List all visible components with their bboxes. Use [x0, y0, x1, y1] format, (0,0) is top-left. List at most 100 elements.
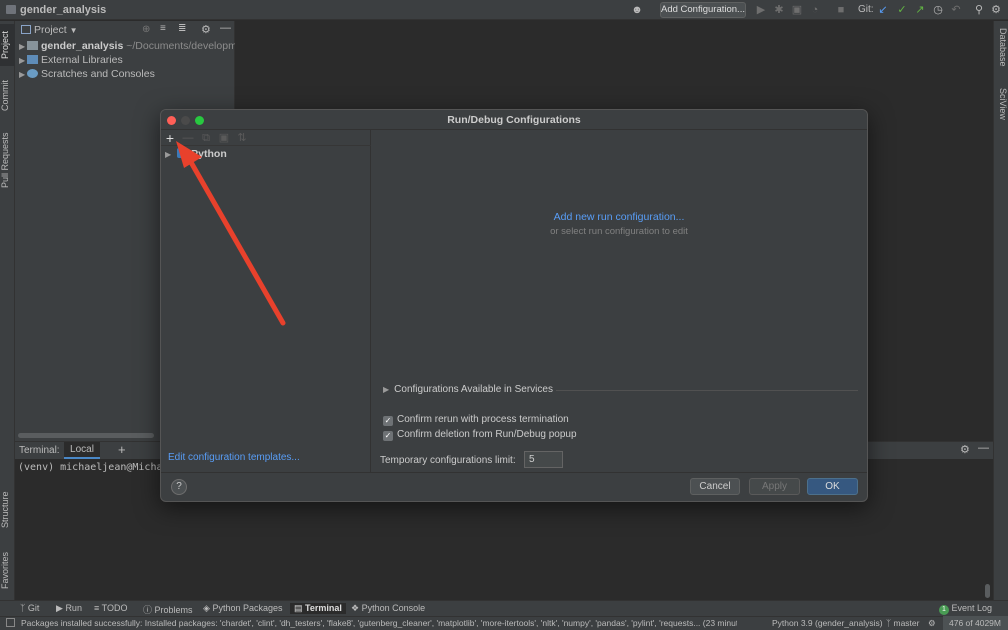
- tool-python-console[interactable]: ❖ Python Console: [351, 603, 425, 614]
- profile-icon[interactable]: ◔: [808, 3, 822, 17]
- move-to-folder-icon[interactable]: ▣: [217, 131, 231, 145]
- services-section-label: Configurations Available in Services: [394, 384, 553, 395]
- expand-all-icon[interactable]: ≡: [160, 23, 166, 34]
- tree-item-label: gender_analysis: [41, 40, 124, 52]
- coverage-icon[interactable]: ▣: [790, 3, 804, 17]
- rollback-icon[interactable]: ↶: [949, 3, 963, 17]
- add-configuration-button[interactable]: Add Configuration...: [660, 2, 746, 18]
- branch-icon: ᛉ: [886, 618, 892, 628]
- stop-icon[interactable]: ■: [834, 3, 848, 17]
- tab-project[interactable]: Project: [0, 24, 15, 66]
- memory-icon: ⚙: [928, 618, 936, 628]
- terminal-scrollbar[interactable]: [985, 584, 990, 598]
- checkmark-icon: ✓: [383, 431, 393, 441]
- tool-event-log[interactable]: 1 Event Log: [939, 603, 992, 615]
- checkmark-icon: ✓: [383, 416, 393, 426]
- locate-icon[interactable]: ⊕: [142, 24, 150, 35]
- sort-icon[interactable]: ⇅: [235, 131, 249, 145]
- search-icon[interactable]: ⚲: [972, 3, 986, 17]
- tree-item-python[interactable]: ▶ Python: [165, 148, 227, 160]
- status-message[interactable]: Packages installed successfully: Install…: [21, 618, 737, 628]
- edit-configuration-templates-link[interactable]: Edit configuration templates...: [168, 452, 300, 463]
- confirm-deletion-checkbox[interactable]: ✓ Confirm deletion from Run/Debug popup: [383, 429, 577, 441]
- git-push-icon[interactable]: ↗: [913, 3, 927, 17]
- git-branch[interactable]: ᛉ master: [886, 618, 919, 628]
- tab-pull-requests[interactable]: Pull Requests: [0, 128, 15, 192]
- terminal-icon: ▤: [294, 603, 303, 613]
- tool-todo[interactable]: ≡ TODO: [94, 603, 127, 613]
- ide-settings-icon[interactable]: ⚙: [989, 3, 1003, 17]
- branch-label: master: [893, 618, 920, 628]
- gear-icon[interactable]: ⚙: [201, 23, 211, 36]
- tab-database[interactable]: Database: [993, 28, 1008, 76]
- run-icon[interactable]: ▶: [754, 3, 768, 17]
- new-terminal-button[interactable]: +: [118, 442, 126, 457]
- tool-label: Python Packages: [212, 603, 283, 613]
- tab-sciview[interactable]: SciView: [993, 88, 1008, 132]
- history-icon[interactable]: ◷: [931, 3, 945, 17]
- section-divider: [556, 390, 858, 391]
- add-new-run-configuration-link[interactable]: Add new run configuration...: [371, 211, 867, 223]
- copy-configuration-icon[interactable]: ⧉: [199, 131, 213, 145]
- tool-terminal[interactable]: ▤ Terminal: [290, 603, 346, 614]
- tool-problems[interactable]: ⓘ Problems: [143, 603, 193, 616]
- tree-item-label: Python: [191, 148, 227, 160]
- branch-icon: ᛉ: [20, 603, 26, 613]
- tool-python-packages[interactable]: ◈ Python Packages: [203, 603, 282, 614]
- package-icon: ◈: [203, 603, 210, 613]
- tree-item-label: External Libraries: [41, 54, 123, 66]
- checkbox-label: Confirm deletion from Run/Debug popup: [397, 429, 577, 440]
- remove-configuration-icon[interactable]: —: [181, 131, 195, 145]
- hide-terminal-icon[interactable]: —: [978, 442, 989, 454]
- temporary-limit-input[interactable]: 5: [524, 451, 563, 468]
- project-view-icon: [21, 25, 31, 34]
- debug-icon[interactable]: ✱: [772, 3, 786, 17]
- dialog-title: Run/Debug Configurations: [447, 114, 581, 126]
- toggle-tool-windows-icon[interactable]: [6, 618, 15, 627]
- collapse-all-icon[interactable]: ≣: [178, 23, 186, 34]
- scratches-icon: [27, 69, 38, 78]
- apply-button[interactable]: Apply: [749, 478, 800, 495]
- folder-icon: [6, 5, 16, 14]
- tab-favorites[interactable]: Favorites: [0, 546, 15, 594]
- tool-label: Python Console: [361, 603, 426, 613]
- tab-commit[interactable]: Commit: [0, 74, 15, 118]
- tool-label: Git: [27, 603, 40, 613]
- memory-indicator[interactable]: 476 of 4029M: [943, 616, 1008, 630]
- horizontal-scrollbar[interactable]: [18, 433, 154, 438]
- git-label: Git:: [858, 4, 874, 15]
- tool-label: Terminal: [305, 603, 342, 613]
- git-update-icon[interactable]: ↙: [876, 3, 890, 17]
- tool-label: Problems: [154, 605, 193, 615]
- project-title[interactable]: gender_analysis: [20, 4, 106, 16]
- tree-item-external-libraries[interactable]: ▶ External Libraries: [15, 53, 235, 67]
- terminal-settings-icon[interactable]: ⚙: [960, 443, 970, 456]
- ok-button[interactable]: OK: [807, 478, 858, 495]
- git-commit-icon[interactable]: ✓: [895, 3, 909, 17]
- tab-structure[interactable]: Structure: [0, 486, 15, 534]
- select-configuration-hint: or select run configuration to edit: [550, 226, 688, 237]
- tool-git[interactable]: ᛉ Git: [20, 603, 39, 613]
- chevron-right-icon: ▶: [19, 70, 26, 79]
- confirm-rerun-checkbox[interactable]: ✓ Confirm rerun with process termination: [383, 414, 569, 426]
- run-debug-dialog: Run/Debug Configurations + — ⧉ ▣ ⇅ ▶ Pyth…: [160, 109, 868, 502]
- list-icon: ≡: [94, 603, 100, 613]
- services-section-toggle[interactable]: ▶ Configurations Available in Services: [383, 384, 553, 395]
- terminal-label: Terminal:: [19, 445, 60, 456]
- memory-label: 476 of 4029M: [949, 618, 1001, 628]
- chevron-right-icon: ▶: [165, 150, 172, 159]
- tool-run[interactable]: ▶ Run: [56, 603, 82, 614]
- project-panel-title[interactable]: Project ▼: [34, 24, 78, 36]
- configuration-tree-panel: [161, 130, 371, 472]
- tree-item-scratches[interactable]: ▶ Scratches and Consoles: [15, 67, 235, 81]
- help-button[interactable]: ?: [171, 479, 187, 495]
- add-configuration-icon[interactable]: +: [163, 131, 177, 145]
- tree-item-label: Scratches and Consoles: [41, 68, 155, 80]
- python-icon: ❖: [351, 603, 360, 613]
- hide-panel-icon[interactable]: —: [220, 22, 231, 34]
- user-icon[interactable]: ☻: [630, 3, 644, 17]
- tree-item-project-root[interactable]: ▶ gender_analysis ~/Documents/developme: [15, 39, 235, 53]
- tab-local[interactable]: Local: [64, 442, 100, 459]
- python-interpreter[interactable]: Python 3.9 (gender_analysis): [772, 618, 883, 628]
- cancel-button[interactable]: Cancel: [690, 478, 740, 495]
